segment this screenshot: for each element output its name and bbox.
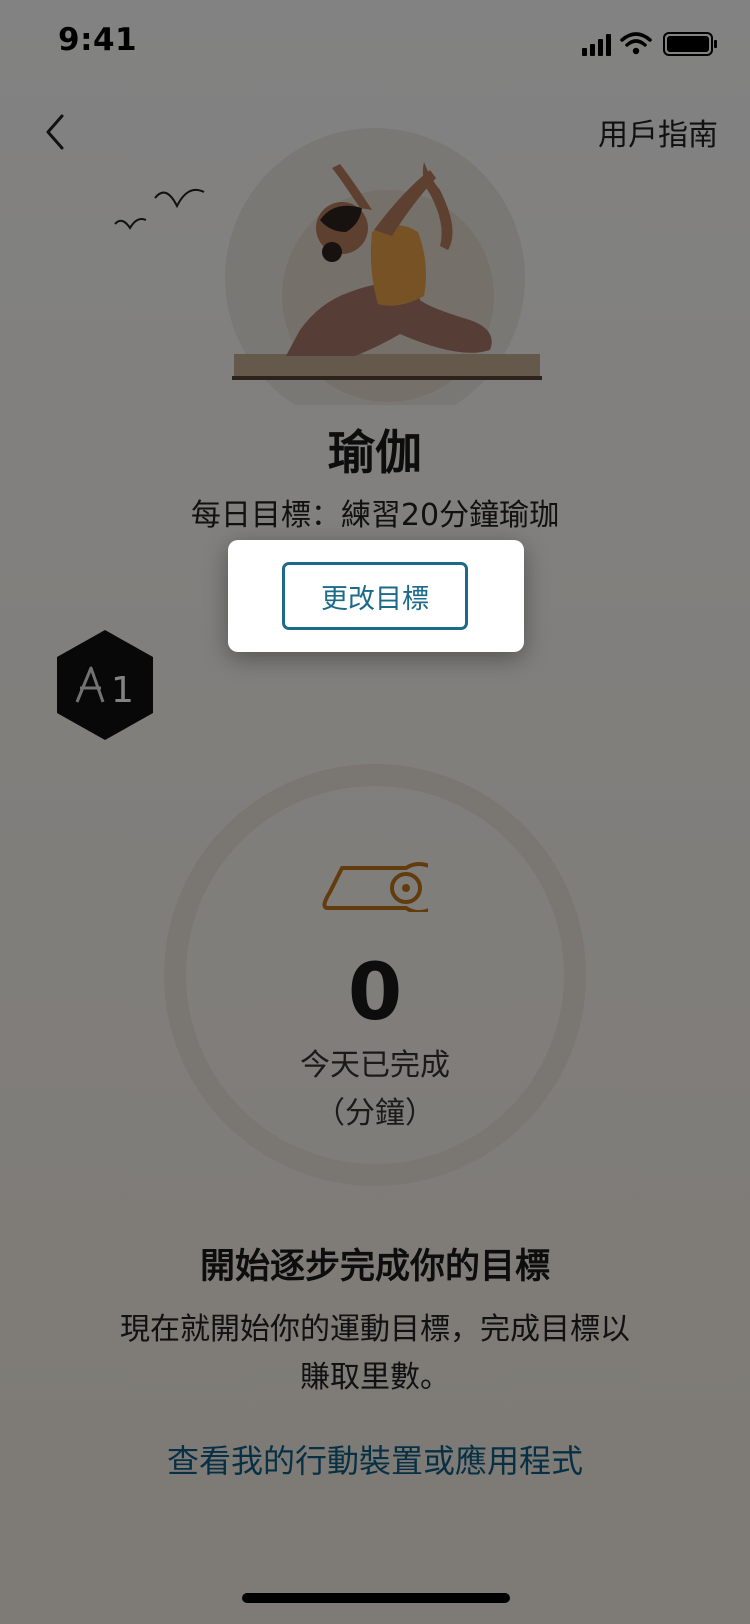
change-goal-button[interactable]: 更改目標	[282, 562, 468, 630]
home-indicator	[242, 1593, 510, 1603]
modal-overlay[interactable]	[0, 0, 750, 1624]
change-goal-popup: 更改目標	[228, 540, 524, 652]
screen: 9:41 用戶指南 瑜伽 每日目標：練習20分鐘瑜珈 1 0 今天已完成 （分鐘…	[0, 0, 750, 1624]
